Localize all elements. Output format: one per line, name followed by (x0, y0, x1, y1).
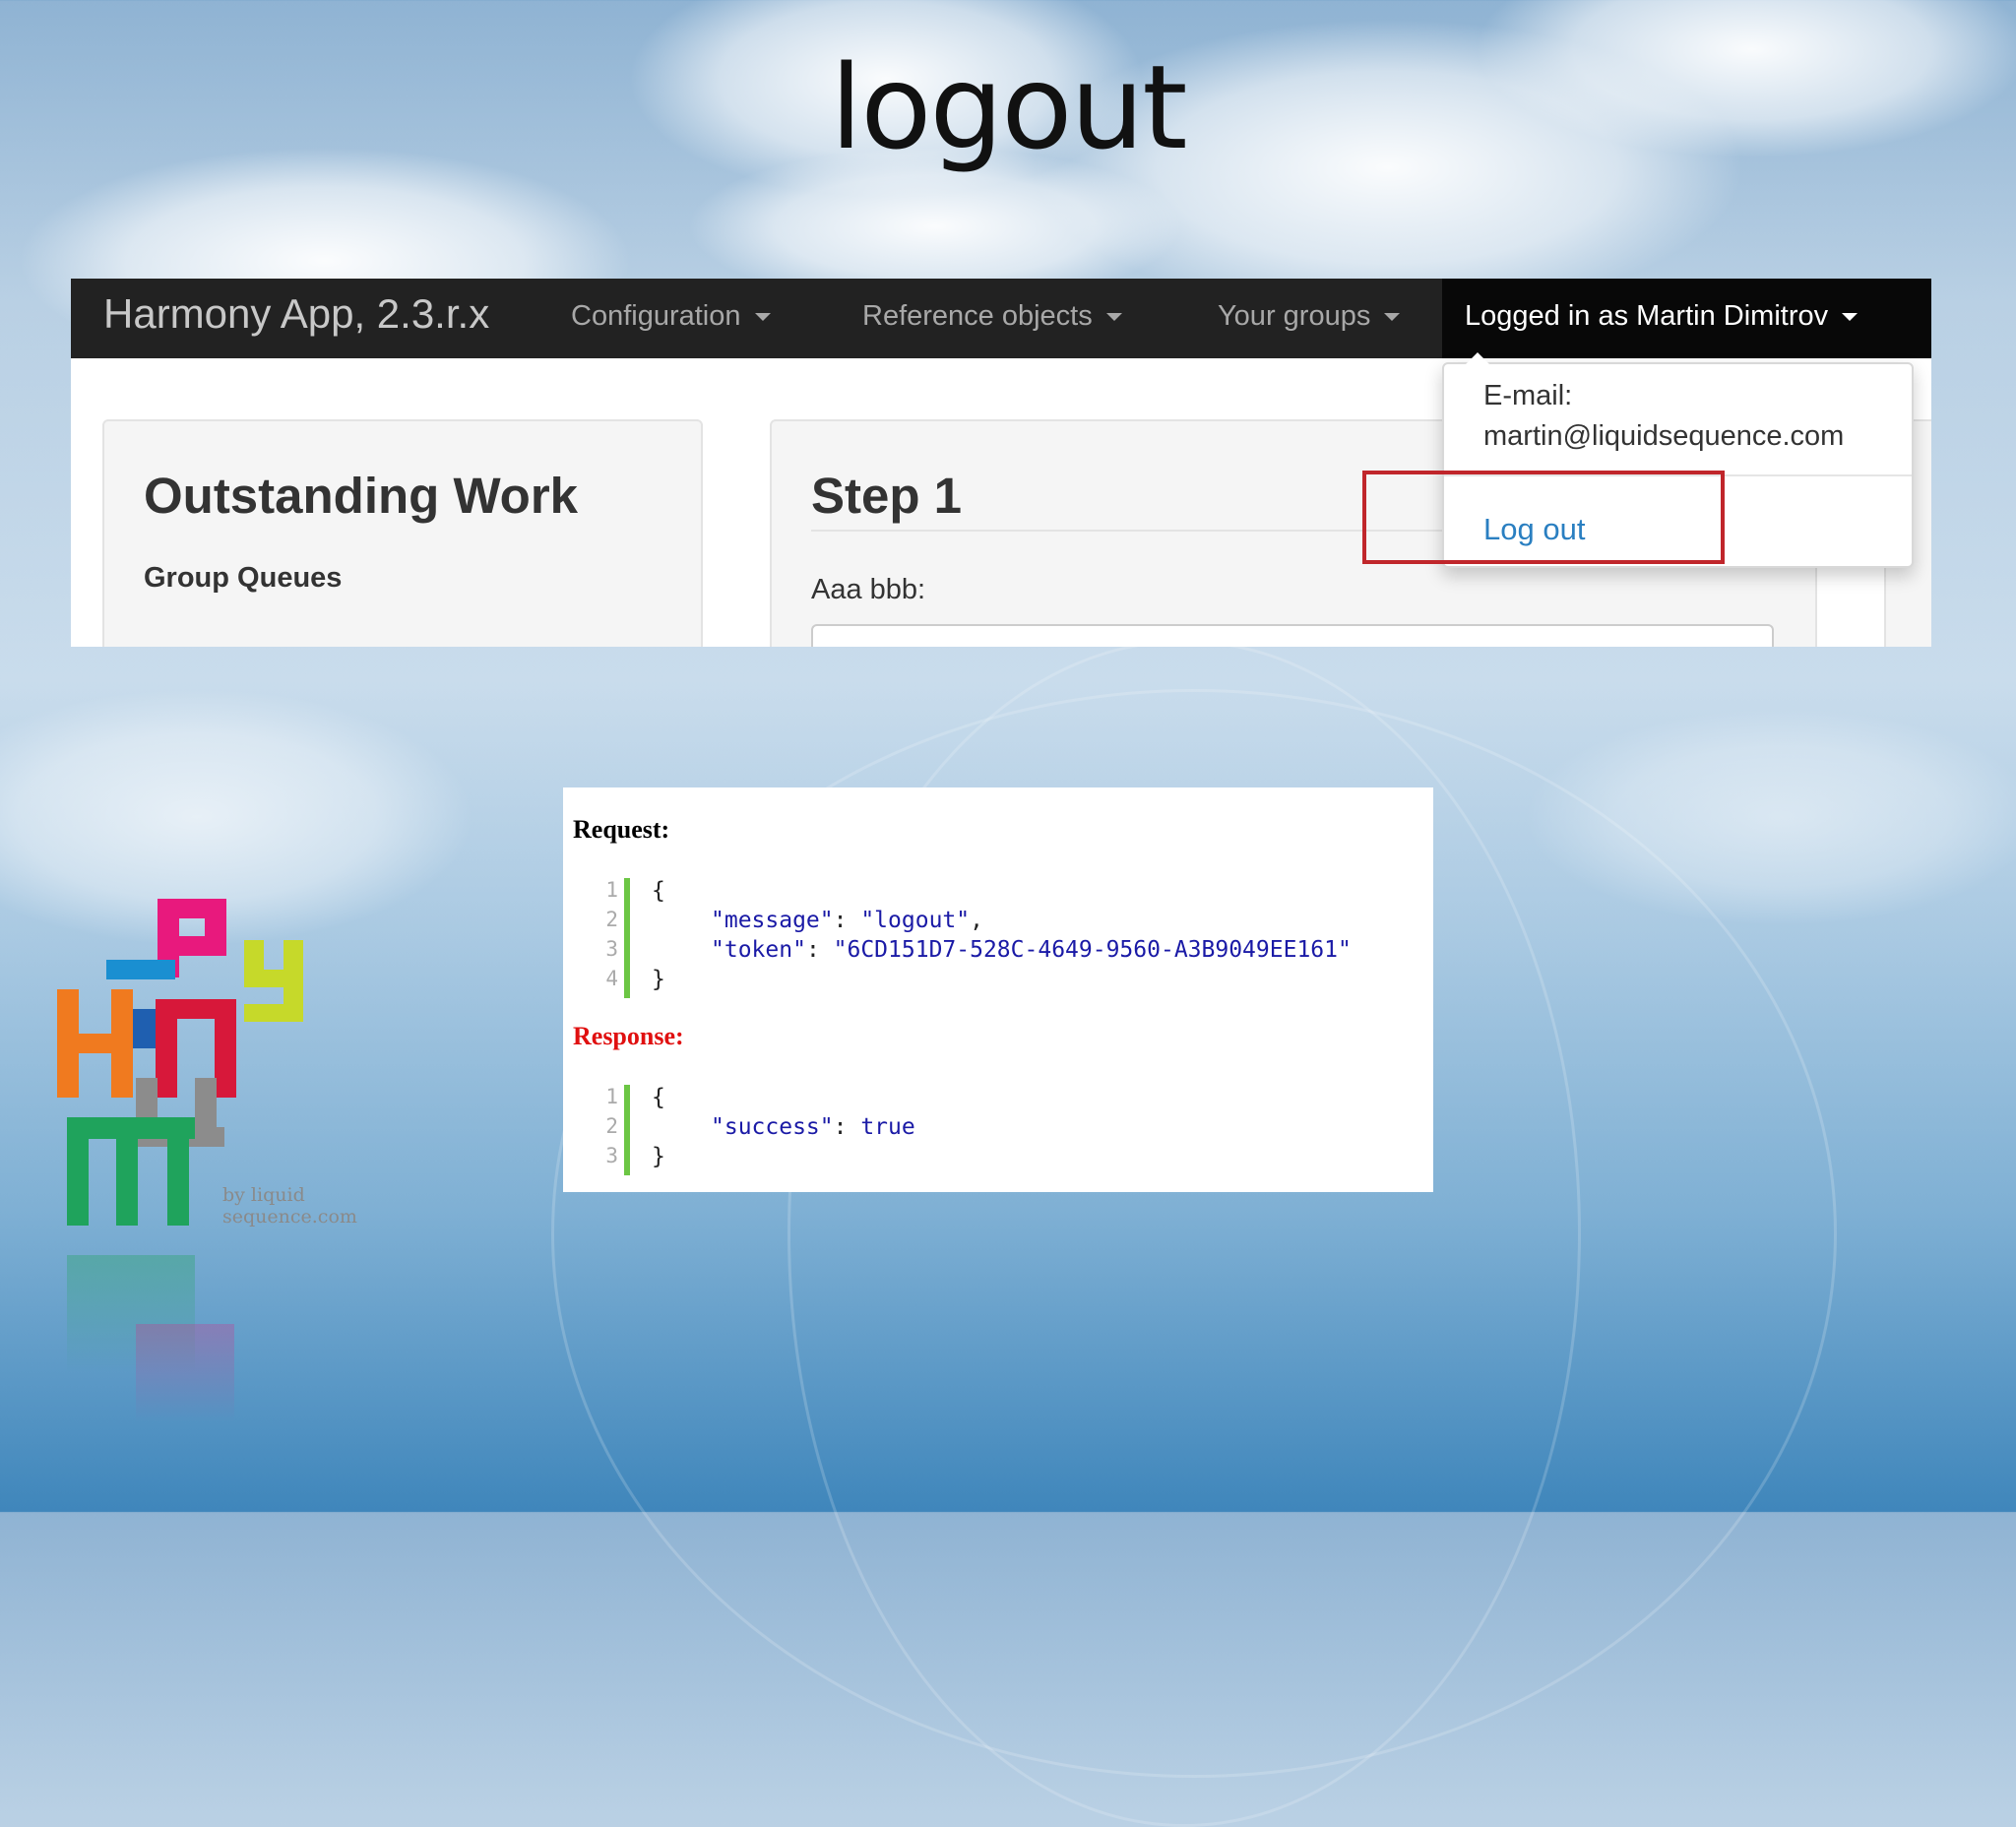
harmony-logo: by liquid sequence.com (57, 891, 357, 1481)
line-number: 2 (605, 1114, 618, 1138)
aaa-bbb-input[interactable] (811, 624, 1774, 647)
caret-down-icon (1105, 313, 1122, 322)
caret-down-icon (1384, 313, 1401, 322)
json-value: "logout" (860, 908, 971, 933)
nav-configuration-label: Configuration (571, 300, 741, 332)
code-text: } (652, 967, 665, 992)
nav-configuration[interactable]: Configuration (571, 300, 771, 333)
line-number: 2 (605, 908, 618, 931)
user-menu-toggle[interactable]: Logged in as Martin Dimitrov (1442, 279, 1931, 358)
outstanding-work-title: Outstanding Work (144, 468, 579, 524)
json-key: "message" (711, 908, 834, 933)
user-menu-label: Logged in as Martin Dimitrov (1465, 300, 1829, 332)
nav-your-groups-label: Your groups (1218, 300, 1371, 332)
dropdown-arrow (1466, 352, 1489, 364)
step-title: Step 1 (811, 468, 963, 524)
json-value: "6CD151D7-528C-4649-9560-A3B9049EE161" (833, 937, 1352, 963)
outstanding-work-panel: Outstanding Work Group Queues (102, 419, 703, 647)
json-trail: , (970, 908, 983, 933)
caret-down-icon (1842, 313, 1858, 322)
request-code: 1 { 2 "message": "logout", 3 "token": "6… (595, 878, 1421, 998)
code-text: } (652, 1144, 665, 1169)
response-code: 1 { 2 "success": true 3 } (595, 1085, 1421, 1175)
nav-reference-objects-label: Reference objects (862, 300, 1093, 332)
slide-title: logout (830, 39, 1187, 175)
api-example-box: Request: 1 { 2 "message": "logout", 3 "t… (563, 788, 1433, 1192)
code-text: { (652, 1085, 665, 1110)
line-number: 1 (605, 878, 618, 902)
json-value: true (860, 1114, 915, 1140)
logout-highlight-box (1362, 471, 1725, 564)
line-number: 1 (605, 1085, 618, 1108)
field-label: Aaa bbb: (811, 574, 926, 605)
email-label: E-mail: (1483, 380, 1573, 411)
user-menu-item[interactable]: Logged in as Martin Dimitrov (1465, 300, 1858, 333)
logo-tagline: by liquid sequence.com (222, 1184, 357, 1228)
logo-tagline-line1: by liquid (222, 1184, 305, 1206)
logo-tagline-line2: sequence.com (222, 1206, 357, 1228)
navbar: Harmony App, 2.3.r.x Configuration Refer… (71, 279, 1931, 358)
caret-down-icon (754, 313, 771, 322)
app-screenshot: Harmony App, 2.3.r.x Configuration Refer… (71, 279, 1931, 647)
code-text: { (652, 878, 665, 904)
nav-reference-objects[interactable]: Reference objects (862, 300, 1122, 333)
line-number: 4 (605, 967, 618, 990)
request-label: Request: (573, 815, 670, 844)
group-queues-heading: Group Queues (144, 562, 343, 594)
line-number: 3 (605, 937, 618, 961)
email-value: martin@liquidsequence.com (1483, 420, 1845, 452)
line-number: 3 (605, 1144, 618, 1167)
nav-your-groups[interactable]: Your groups (1218, 300, 1401, 333)
json-key: "success" (711, 1114, 834, 1140)
json-key: "token" (711, 937, 806, 963)
response-label: Response: (573, 1022, 684, 1050)
brand-title[interactable]: Harmony App, 2.3.r.x (103, 290, 489, 338)
